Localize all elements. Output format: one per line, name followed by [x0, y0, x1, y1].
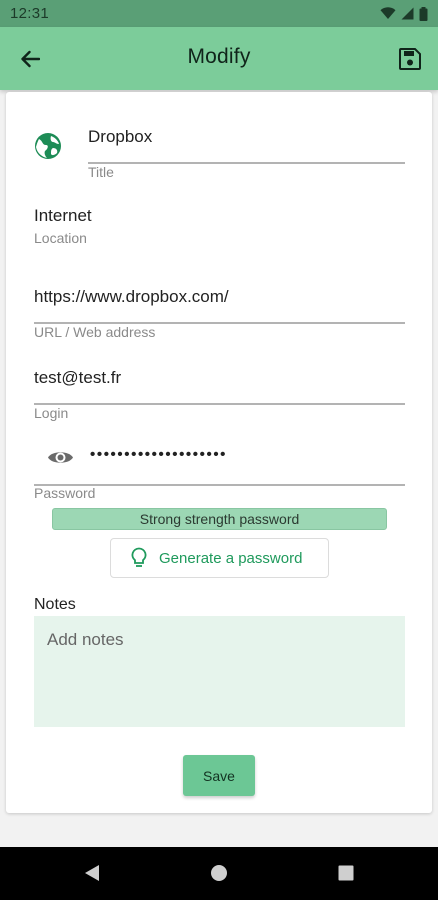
status-time: 12:31 [10, 5, 50, 22]
nav-recents-icon[interactable] [337, 864, 355, 882]
page-title: Modify [187, 45, 251, 68]
save-toolbar-button[interactable] [396, 45, 424, 73]
save-button[interactable]: Save [183, 755, 255, 796]
location-value[interactable]: Internet [34, 206, 92, 226]
generate-password-button[interactable]: Generate a password [110, 538, 329, 578]
login-label: Login [34, 405, 69, 421]
login-field[interactable]: test@test.fr [34, 368, 121, 388]
nav-back-icon[interactable] [83, 864, 101, 882]
title-field[interactable]: Dropbox [88, 127, 152, 147]
floppy-disk-icon [399, 48, 421, 70]
globe-icon [35, 133, 61, 159]
login-underline [34, 403, 405, 405]
nav-home-icon[interactable] [210, 864, 228, 882]
notes-textarea[interactable]: Add notes [34, 616, 405, 727]
location-label: Location [34, 230, 87, 246]
signal-icon [401, 7, 414, 20]
status-icons [380, 6, 428, 21]
status-bar: 12:31 [0, 0, 438, 27]
eye-icon[interactable] [47, 448, 74, 467]
title-underline [88, 162, 405, 164]
generate-password-label: Generate a password [159, 549, 303, 567]
url-label: URL / Web address [34, 324, 156, 340]
password-strength-bar: Strong strength password [52, 508, 387, 530]
battery-icon [419, 6, 428, 21]
lightbulb-icon [131, 547, 147, 567]
password-label: Password [34, 485, 96, 501]
title-label: Title [88, 164, 114, 180]
password-field[interactable]: •••••••••••••••••••• [90, 446, 227, 463]
notes-label: Notes [34, 596, 76, 613]
wifi-icon [380, 7, 396, 19]
system-nav-bar [0, 847, 438, 900]
app-bar: Modify [0, 27, 438, 90]
url-field[interactable]: https://www.dropbox.com/ [34, 287, 229, 307]
